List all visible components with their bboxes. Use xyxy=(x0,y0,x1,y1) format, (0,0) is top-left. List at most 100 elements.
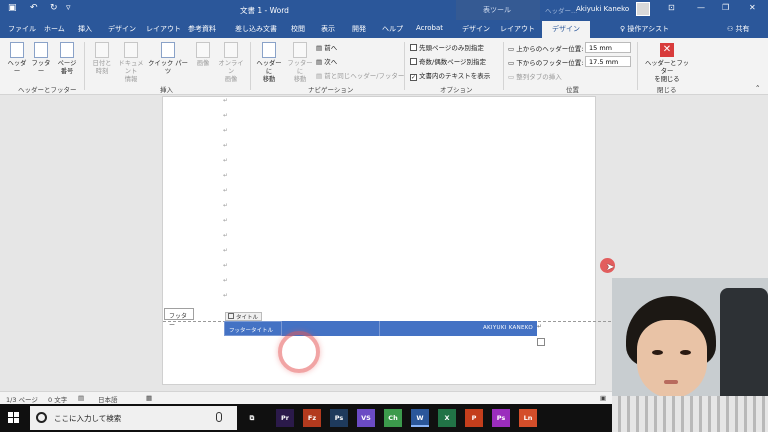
collapse-ribbon-icon[interactable]: ⌃ xyxy=(755,84,760,92)
checkmark-icon: ✓ xyxy=(410,74,417,81)
taskbar-app[interactable]: Fz xyxy=(303,409,321,427)
taskbar-app[interactable]: P xyxy=(465,409,483,427)
mouse-cursor-icon: ➤ xyxy=(606,262,615,273)
accessibility-icon[interactable]: ▦ xyxy=(146,394,152,402)
tab-help[interactable]: ヘルプ xyxy=(382,24,403,34)
webcam-person-eye xyxy=(680,350,691,355)
title-bar: ▣ ↶ ↻ ▿ 文書 1 - Word 表ツール ヘッダー... Akiyuki… xyxy=(0,0,768,20)
date-time-button[interactable]: 日付と 時刻 xyxy=(90,42,114,76)
task-view-icon[interactable]: ⧉ xyxy=(243,409,261,427)
save-icon[interactable]: ▣ xyxy=(8,3,17,13)
tab-review[interactable]: 校閲 xyxy=(291,24,305,34)
next-button[interactable]: ▤ 次へ xyxy=(316,56,337,66)
paragraph-mark: ↵ xyxy=(223,112,229,119)
tab-table-layout[interactable]: レイアウト xyxy=(500,24,535,34)
tab-insert[interactable]: 挿入 xyxy=(78,24,92,34)
microphone-icon[interactable] xyxy=(216,412,222,422)
close-header-footer-button[interactable]: ✕ ヘッダーとフッター を閉じる xyxy=(642,43,692,84)
picture-icon xyxy=(196,42,210,58)
first-page-checkbox[interactable]: 先頭ページのみ別指定 xyxy=(410,42,484,52)
table-resize-handle[interactable] xyxy=(537,338,545,346)
tab-developer[interactable]: 開発 xyxy=(352,24,366,34)
taskbar-app[interactable]: Ps xyxy=(330,409,348,427)
document-info-button[interactable]: ドキュメント 情報 xyxy=(116,42,146,84)
avatar[interactable] xyxy=(636,2,650,16)
previous-button[interactable]: ▤ 前へ xyxy=(316,42,337,52)
undo-icon[interactable]: ↶ xyxy=(30,3,38,13)
group-separator xyxy=(84,42,85,90)
page-count[interactable]: 1/3 ページ xyxy=(6,394,38,404)
share-button[interactable]: ⚇ 共有 xyxy=(727,24,750,34)
word-count[interactable]: 0 文字 xyxy=(48,394,67,404)
go-to-header-button[interactable]: ヘッダーに 移動 xyxy=(254,42,284,84)
footer-from-bottom-input[interactable]: 17.5 mm xyxy=(585,56,631,67)
restore-icon[interactable]: ❐ xyxy=(722,3,729,12)
read-mode-icon[interactable]: ▣ xyxy=(600,394,606,402)
proofing-icon[interactable]: ▤ xyxy=(78,394,84,402)
taskbar-search-input[interactable]: ここに入力して検索 xyxy=(30,406,237,430)
taskbar-app-word[interactable]: W xyxy=(411,409,429,427)
windows-start-icon[interactable] xyxy=(8,412,20,424)
table-tools-label: 表ツール xyxy=(483,6,511,14)
tab-design[interactable]: デザイン xyxy=(108,24,136,34)
link-to-previous-button[interactable]: ▤ 前と同じヘッダー/フッター xyxy=(316,70,404,80)
paragraph-mark: ↵ xyxy=(223,202,229,209)
customize-qat-icon[interactable]: ▿ xyxy=(66,3,71,13)
tab-references[interactable]: 参考資料 xyxy=(188,24,216,34)
group-label-insert: 挿入 xyxy=(160,86,173,94)
header-button[interactable]: ヘッダー xyxy=(6,42,28,76)
checkbox-unchecked xyxy=(410,58,417,65)
document-page[interactable]: ↵ ↵ ↵ ↵ ↵ ↵ ↵ ↵ ↵ ↵ ↵ ↵ ↵ ↵ フッター タイトル フッ… xyxy=(162,96,636,385)
taskbar-app[interactable]: Ps xyxy=(492,409,510,427)
tab-hf-design[interactable]: デザイン xyxy=(542,21,590,38)
odd-even-checkbox[interactable]: 奇数/偶数ページ別指定 xyxy=(410,56,486,66)
footer-title-cell[interactable]: フッタータイトル xyxy=(224,321,282,336)
webcam-overlay xyxy=(612,278,768,432)
picture-button[interactable]: 画像 xyxy=(192,42,214,68)
taskbar-app[interactable]: VS xyxy=(357,409,375,427)
user-name[interactable]: Akiyuki Kaneko xyxy=(576,5,629,13)
ribbon: ヘッダー フッター ページ 番号 ヘッダーとフッター 日付と 時刻 ドキュメント… xyxy=(0,38,768,95)
paragraph-mark: ↵ xyxy=(223,172,229,179)
close-icon[interactable]: ✕ xyxy=(749,3,756,12)
language-indicator[interactable]: 日本語 xyxy=(98,394,118,404)
quick-parts-button[interactable]: クイック パーツ xyxy=(148,42,188,76)
taskbar-app[interactable]: Ln xyxy=(519,409,537,427)
go-to-footer-button[interactable]: フッターに 移動 xyxy=(286,42,314,84)
webcam-person-mouth xyxy=(664,380,678,384)
taskbar-app[interactable]: Ch xyxy=(384,409,402,427)
checkbox-unchecked xyxy=(410,44,417,51)
tab-file[interactable]: ファイル xyxy=(8,24,36,34)
paragraph-mark: ↵ xyxy=(223,157,229,164)
tab-mailings[interactable]: 差し込み文書 xyxy=(235,24,277,34)
tab-view[interactable]: 表示 xyxy=(321,24,335,34)
show-document-text-checkbox[interactable]: ✓ 文書内のテキストを表示 xyxy=(410,70,490,81)
title-content-control-tag[interactable]: タイトル xyxy=(225,312,263,321)
header-from-top-label: ▭ 上からのヘッダー位置: xyxy=(508,45,584,53)
minimize-icon[interactable]: — xyxy=(697,3,705,12)
tab-home[interactable]: ホーム xyxy=(44,24,65,34)
insert-alignment-tab-button[interactable]: ▭ 整列タブの挿入 xyxy=(508,71,562,81)
page-number-button[interactable]: ページ 番号 xyxy=(56,42,78,76)
go-to-header-icon xyxy=(262,42,276,58)
taskbar-app[interactable]: X xyxy=(438,409,456,427)
header-from-top-input[interactable]: 15 mm xyxy=(585,42,631,53)
tab-table-design[interactable]: デザイン xyxy=(462,24,490,34)
online-picture-button[interactable]: オンライン 画像 xyxy=(216,42,246,84)
paragraph-mark: ↵ xyxy=(223,142,229,149)
group-separator xyxy=(503,42,504,90)
move-handle-icon[interactable] xyxy=(228,313,234,319)
tab-acrobat[interactable]: Acrobat xyxy=(416,24,443,32)
footer-button[interactable]: フッター xyxy=(30,42,52,76)
ribbon-display-icon[interactable]: ⊡ xyxy=(668,3,675,12)
group-label-options: オプション xyxy=(440,86,473,94)
footer-table[interactable]: フッタータイトル AKIYUKI KANEKO xyxy=(224,321,537,336)
tab-layout[interactable]: レイアウト xyxy=(146,24,181,34)
webcam-person-eye xyxy=(652,350,663,355)
redo-icon[interactable]: ↻ xyxy=(50,3,58,13)
taskbar-app[interactable]: Pr xyxy=(276,409,294,427)
tell-me-input[interactable]: ♀ 操作アシスト xyxy=(620,24,669,34)
paragraph-mark: ↵ xyxy=(223,262,229,269)
footer-author-cell[interactable]: AKIYUKI KANEKO xyxy=(483,325,533,331)
paragraph-mark: ↵ xyxy=(223,277,229,284)
